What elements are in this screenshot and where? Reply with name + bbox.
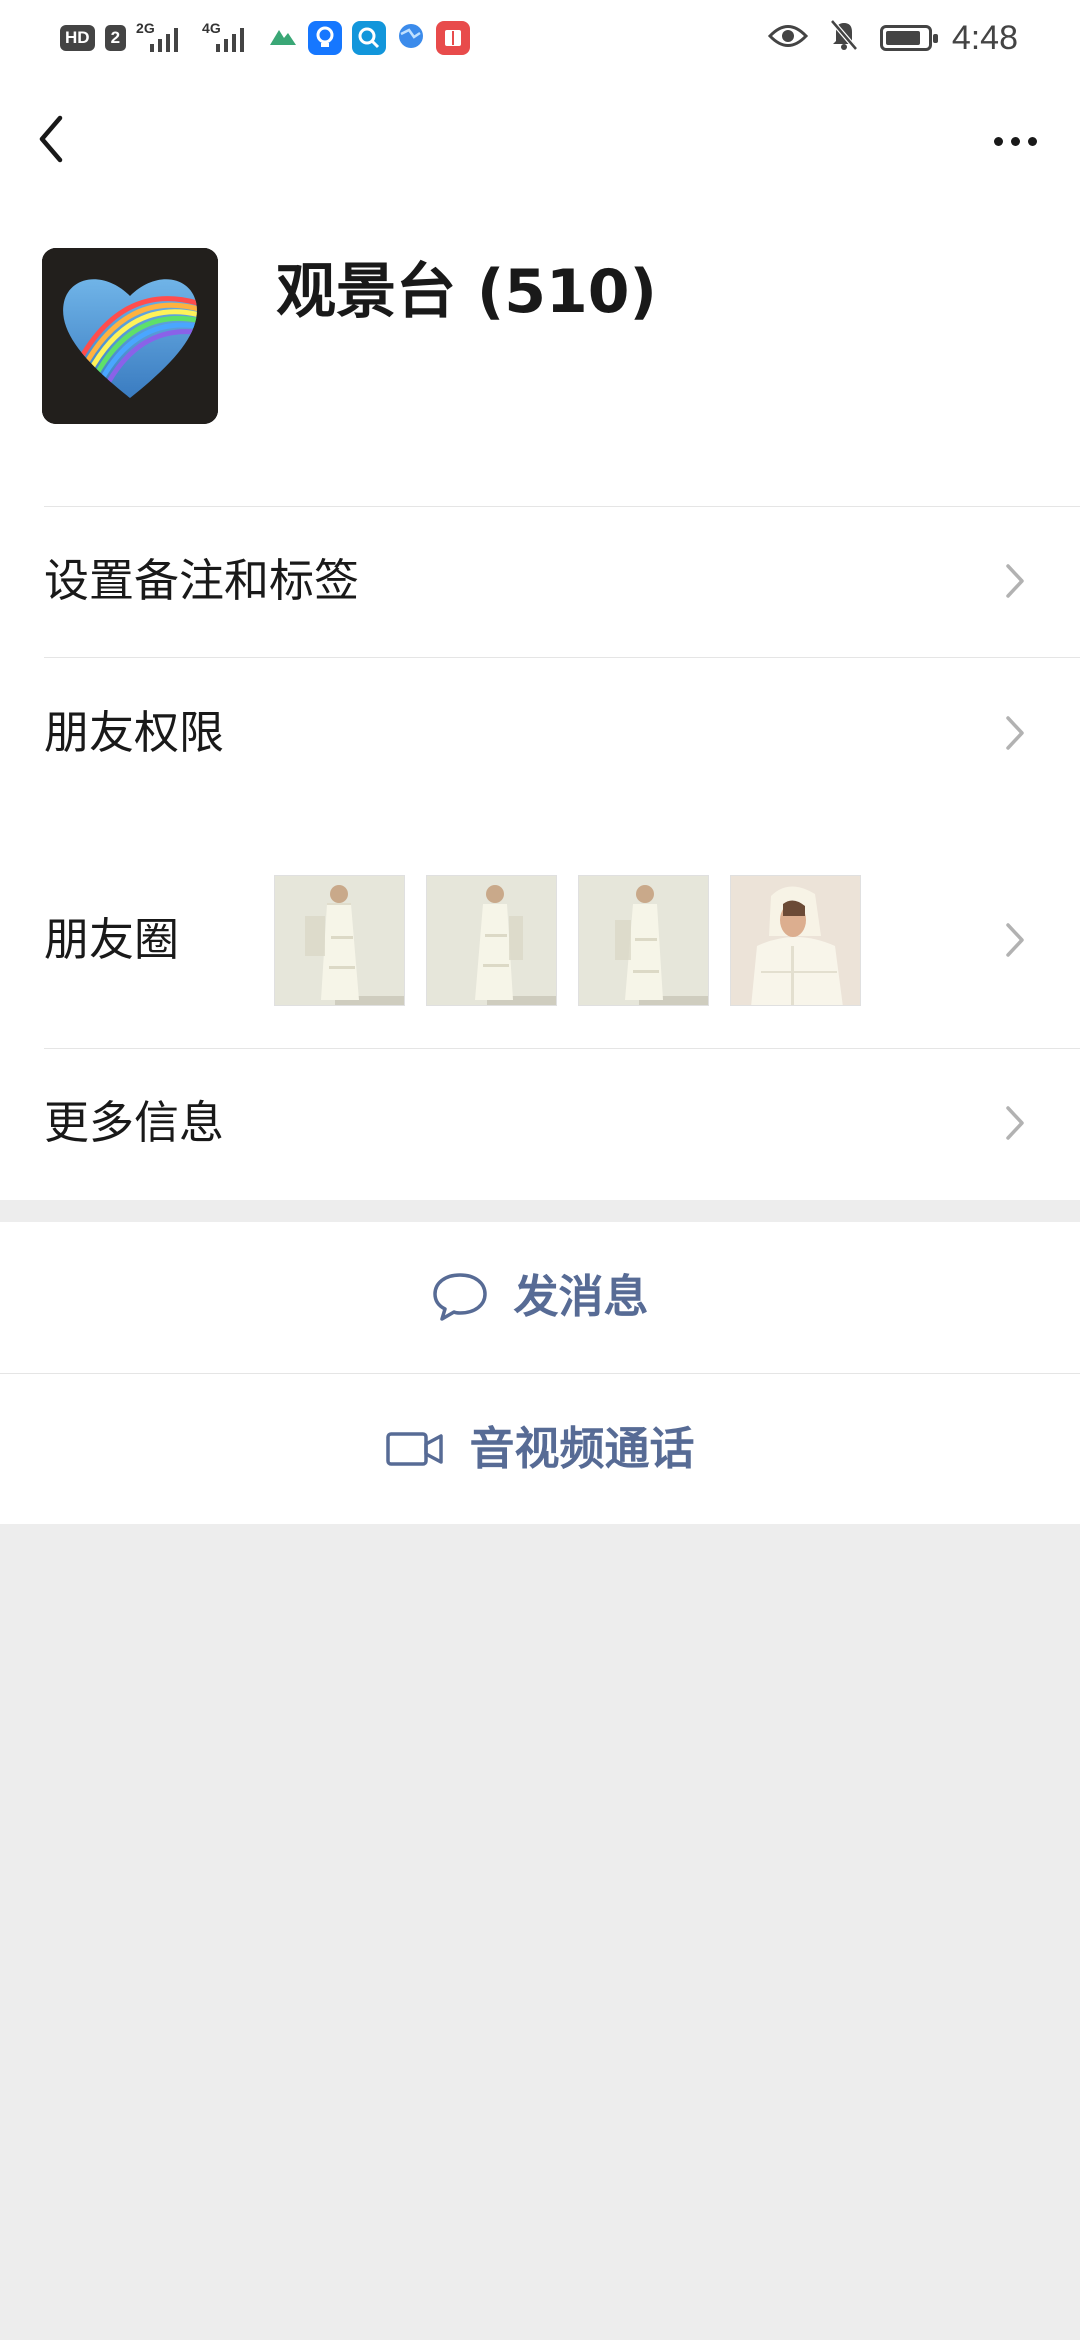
back-button[interactable] (30, 104, 90, 174)
status-left: HD 2 2G 4G (60, 18, 471, 58)
profile-name: 观景台 (510) (276, 257, 657, 327)
moments-thumbnail-4 (730, 875, 861, 1006)
more-info-row[interactable]: 更多信息 (0, 1048, 1080, 1198)
video-call-button[interactable]: 音视频通话 (0, 1374, 1080, 1524)
rainbow-heart-avatar (42, 248, 218, 424)
chevron-right-icon (1006, 1106, 1024, 1140)
friend-permission-row[interactable]: 朋友权限 (0, 658, 1080, 808)
book-app-icon (436, 21, 471, 55)
moments-thumbnail-2 (426, 875, 557, 1006)
send-message-button[interactable]: 发消息 (0, 1222, 1080, 1372)
more-button[interactable] (980, 116, 1050, 166)
mountain-app-icon (268, 21, 298, 56)
chevron-right-icon (1006, 923, 1024, 957)
video-call-label: 音视频通话 (469, 1422, 695, 1475)
globe-app-icon (396, 21, 426, 56)
chevron-left-icon (39, 115, 63, 163)
hd-badge: HD (60, 25, 95, 51)
moments-thumbnail-1 (274, 875, 405, 1006)
signal-4g-icon: 4G (202, 20, 258, 56)
battery-icon (879, 25, 938, 51)
bell-off-icon (828, 17, 860, 60)
remark-and-tag-row[interactable]: 设置备注和标签 (0, 506, 1080, 656)
row-label: 朋友圈 (44, 913, 180, 966)
chat-bubble-icon (433, 1273, 488, 1321)
contact-settings-section: 设置备注和标签 朋友权限 (0, 506, 1080, 808)
chevron-right-icon (1006, 716, 1024, 750)
moments-thumbnail-3 (578, 875, 709, 1006)
video-camera-icon (386, 1432, 444, 1466)
sim-badge: 2 (104, 25, 127, 51)
bulb-app-icon (308, 21, 343, 55)
moments-thumbnails (274, 875, 861, 1006)
more-dots-icon (993, 136, 1037, 146)
chevron-right-icon (1006, 564, 1024, 598)
eye-icon (767, 19, 808, 58)
moments-info-section: 朋友圈 更多信息 (0, 832, 1080, 1198)
status-bar: HD 2 2G 4G 4:48 (0, 0, 1080, 76)
moments-row[interactable]: 朋友圈 (0, 832, 1080, 1048)
search-app-icon (352, 21, 387, 55)
avatar[interactable] (42, 248, 218, 424)
status-right: 4:48 (767, 17, 1018, 60)
send-message-label: 发消息 (513, 1270, 649, 1323)
row-label: 设置备注和标签 (44, 554, 360, 607)
signal-2g-icon: 2G (136, 20, 192, 56)
clock-time: 4:48 (951, 18, 1018, 57)
actions-section: 发消息 音视频通话 (0, 1222, 1080, 1524)
row-label: 朋友权限 (44, 706, 225, 759)
row-label: 更多信息 (44, 1096, 225, 1149)
navigation-bar (0, 96, 1080, 186)
